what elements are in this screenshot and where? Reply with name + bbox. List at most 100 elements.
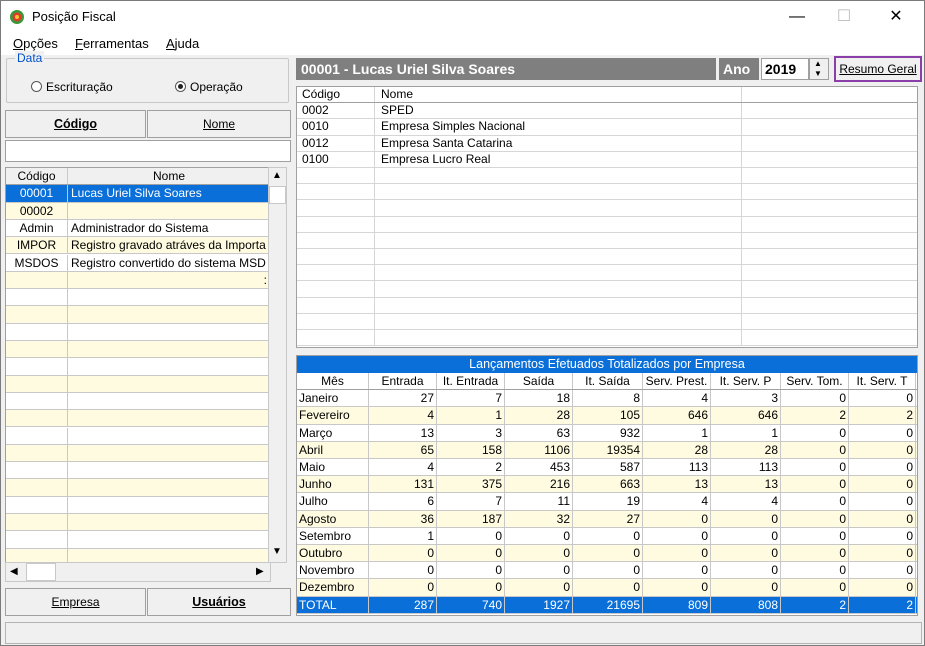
cell-nome <box>69 306 267 322</box>
table-row[interactable] <box>297 232 917 249</box>
menu-opcoes-label: pções <box>23 36 58 51</box>
search-input[interactable] <box>5 140 291 162</box>
horizontal-scrollbar[interactable]: ◀ ▶ <box>5 562 271 582</box>
table-row[interactable]: Dezembro 0 0 0 0 0 0 0 0 <box>297 579 917 597</box>
menu-ferramentas[interactable]: Ferramentas <box>75 36 149 51</box>
table-row[interactable]: Março 13 3 63 932 1 1 0 0 <box>297 424 917 442</box>
hscroll-thumb[interactable] <box>26 563 56 581</box>
table-row[interactable]: 0012 Empresa Santa Catarina <box>297 135 917 152</box>
total-row[interactable]: TOTAL 287 740 1927 21695 809 808 2 2 <box>297 596 917 614</box>
table-row[interactable] <box>297 265 917 282</box>
cell-it-serv-p: 113 <box>711 459 781 476</box>
table-row[interactable]: Setembro 1 0 0 0 0 0 0 0 <box>297 527 917 545</box>
table-row[interactable]: 00002 <box>6 202 268 220</box>
cell-nome <box>69 289 267 305</box>
vertical-scrollbar[interactable]: ▲ ▼ <box>268 167 287 563</box>
table-row[interactable]: 0100 Empresa Lucro Real <box>297 151 917 168</box>
table-row[interactable]: Outubro 0 0 0 0 0 0 0 0 <box>297 545 917 563</box>
table-row[interactable] <box>6 306 268 324</box>
table-row[interactable]: Admin Administrador do Sistema <box>6 219 268 238</box>
radio-escrituracao[interactable]: Escrituração <box>31 80 113 94</box>
cell-nome: : <box>263 272 267 287</box>
table-row[interactable] <box>6 462 268 480</box>
table-row[interactable] <box>297 200 917 217</box>
menu-ajuda[interactable]: Ajuda <box>166 36 199 51</box>
table-row[interactable] <box>6 514 268 532</box>
table-row[interactable] <box>6 392 268 411</box>
users-grid[interactable]: Código Nome 00001 Lucas Uriel Silva Soares 0… <box>5 167 271 563</box>
minimize-button[interactable]: — <box>774 1 820 33</box>
cell-mes: Abril <box>297 441 369 458</box>
ano-input[interactable]: 2019 <box>761 58 809 80</box>
cell-serv-prest: 113 <box>643 459 711 476</box>
table-row[interactable]: Julho 6 7 11 19 4 4 0 0 <box>297 493 917 511</box>
cell-serv-tom: 0 <box>781 459 849 476</box>
table-row[interactable] <box>297 313 917 330</box>
monthly-totals-grid[interactable]: Lançamentos Efetuados Totalizados por Em… <box>296 355 918 616</box>
ano-spinner[interactable]: ▲ ▼ <box>809 58 829 80</box>
table-row[interactable] <box>6 375 268 393</box>
sort-nome-button[interactable]: Nome <box>147 110 291 138</box>
cell-nome <box>376 168 742 184</box>
table-row[interactable]: Abril 65 158 1106 19354 28 28 0 0 <box>297 441 917 459</box>
table-row[interactable]: Janeiro 27 7 18 8 4 3 0 0 <box>297 390 917 408</box>
table-row[interactable]: 00001 Lucas Uriel Silva Soares <box>6 185 268 203</box>
table-row[interactable] <box>297 184 917 201</box>
table-row[interactable] <box>297 216 917 233</box>
cell-saida: 1106 <box>505 441 573 458</box>
scroll-up-icon[interactable]: ▲ <box>272 170 282 181</box>
scroll-down-icon[interactable]: ▼ <box>272 546 282 557</box>
table-row[interactable] <box>297 281 917 298</box>
cell-codigo <box>297 184 375 200</box>
menu-opcoes[interactable]: Opções <box>13 36 58 51</box>
spin-down-icon[interactable]: ▼ <box>814 69 822 78</box>
table-row[interactable] <box>6 479 268 497</box>
sort-codigo-button[interactable]: Código <box>5 110 146 138</box>
cell-it-saida: 8 <box>573 390 643 407</box>
scroll-thumb[interactable] <box>269 186 286 204</box>
table-row[interactable]: 0002 SPED <box>297 103 917 120</box>
cell-serv-tom: 0 <box>781 424 849 441</box>
scroll-left-icon[interactable]: ◀ <box>10 566 18 577</box>
cell-codigo <box>297 330 375 346</box>
table-row[interactable]: Novembro 0 0 0 0 0 0 0 0 <box>297 562 917 580</box>
close-button[interactable]: ✕ <box>873 1 919 33</box>
table-row[interactable] <box>6 358 268 376</box>
table-row[interactable] <box>6 548 268 562</box>
table-row[interactable]: MSDOS Registro convertido do sistema MSD <box>6 254 268 272</box>
table-row[interactable]: Fevereiro 4 1 28 105 646 646 2 2 <box>297 407 917 425</box>
usuarios-button[interactable]: Usuários <box>147 588 291 616</box>
cell-codigo <box>6 410 68 427</box>
resumo-geral-button[interactable]: Resumo Geral <box>834 56 922 82</box>
cell-nome <box>69 462 267 478</box>
table-row[interactable]: Junho 131 375 216 663 13 13 0 0 <box>297 476 917 494</box>
table-row[interactable]: 0010 Empresa Simples Nacional <box>297 119 917 136</box>
table-row[interactable]: Agosto 36 187 32 27 0 0 0 0 <box>297 510 917 528</box>
cell-nome <box>376 297 742 313</box>
table-row[interactable]: : <box>6 271 268 290</box>
table-row[interactable] <box>297 330 917 347</box>
spin-up-icon[interactable]: ▲ <box>814 59 822 68</box>
table-row[interactable] <box>6 289 268 307</box>
empresa-button[interactable]: Empresa <box>5 588 146 616</box>
table-row[interactable] <box>6 341 268 359</box>
companies-grid[interactable]: Código Nome 0002 SPED 0010 Empresa Simples Na… <box>296 86 918 348</box>
scroll-right-icon[interactable]: ▶ <box>256 566 264 577</box>
table-row[interactable]: IMPOR Registro gravado atráves da Importa <box>6 237 268 255</box>
cell-nome <box>376 200 742 216</box>
table-row[interactable] <box>6 427 268 445</box>
table-row[interactable]: Maio 4 2 453 587 113 113 0 0 <box>297 459 917 477</box>
table-row[interactable] <box>6 410 268 428</box>
table-row[interactable] <box>6 323 268 341</box>
table-row[interactable] <box>297 297 917 314</box>
table-row[interactable] <box>297 168 917 185</box>
cell-saida: 18 <box>505 390 573 407</box>
table-row[interactable] <box>6 531 268 549</box>
cell-it-saida: 27 <box>573 510 643 527</box>
table-row[interactable] <box>6 444 268 463</box>
table-row[interactable] <box>297 249 917 266</box>
table-row[interactable] <box>6 496 268 514</box>
maximize-button[interactable]: ☐ <box>821 1 867 33</box>
cell-it-serv-p: 28 <box>711 441 781 458</box>
radio-operacao[interactable]: Operação <box>175 80 243 94</box>
